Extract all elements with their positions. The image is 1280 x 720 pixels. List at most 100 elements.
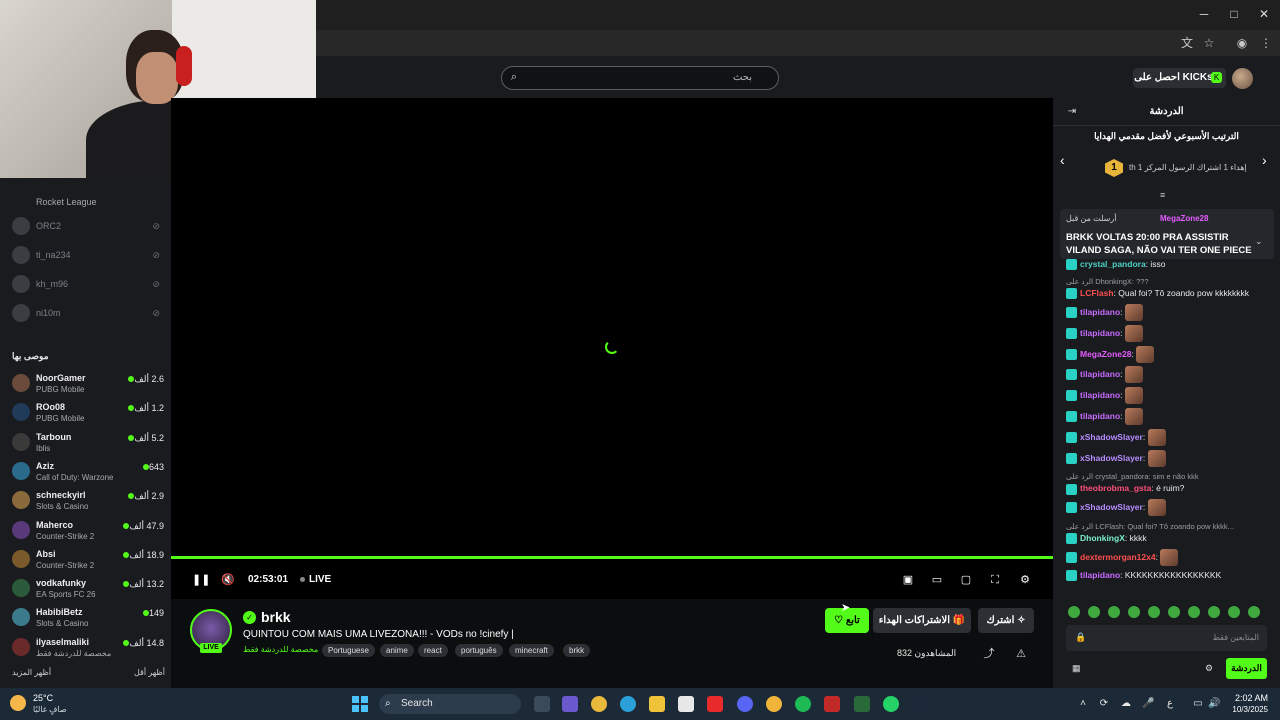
edge-icon[interactable] [620, 696, 636, 712]
chat-username[interactable]: xShadowSlayer [1080, 452, 1143, 462]
chevron-down-icon[interactable]: ⌄ [1255, 236, 1263, 247]
chat-message[interactable]: LCFlash: Qual foi? Tô zoando pow kkkkkkk… [1066, 288, 1249, 300]
task-view-icon[interactable] [534, 696, 550, 712]
mute-icon[interactable]: 🔇 [221, 573, 235, 587]
sidebar-recommended-channel[interactable]: ilyaselmaliki مخصصة للدردشة فقط 14.8 ألف [8, 634, 164, 662]
sidebar-recommended-channel[interactable]: Absi Counter-Strike 2 18.9 ألف [8, 546, 164, 574]
volume-icon[interactable]: 🔊 [1208, 698, 1220, 710]
emote-icon[interactable] [1088, 605, 1100, 618]
emote-icon[interactable] [1128, 605, 1140, 618]
live-indicator[interactable]: LIVE [309, 574, 331, 585]
share-icon[interactable]: ⤴ [983, 648, 995, 660]
taskbar-search[interactable]: Search [379, 694, 521, 714]
voicemeeter-icon[interactable] [824, 696, 840, 712]
file-explorer-icon[interactable] [649, 696, 665, 712]
chat-message[interactable]: tilapidano: [1066, 408, 1143, 425]
chat-message[interactable]: xShadowSlayer: [1066, 499, 1166, 517]
emote-icon[interactable] [1248, 605, 1260, 618]
tag[interactable]: anime [380, 644, 414, 657]
sidebar-recommended-channel[interactable]: Tarboun Iblis 5.2 ألف [8, 429, 164, 457]
chat-username[interactable]: tilapidano [1080, 307, 1120, 317]
weather-icon[interactable] [10, 695, 26, 711]
emote-icon[interactable] [1068, 605, 1080, 618]
show-more-link[interactable]: أظهر المزيد [12, 668, 51, 677]
chat-username[interactable]: tilapidano [1080, 390, 1120, 400]
tag[interactable]: Portuguese [322, 644, 375, 657]
store-app-icon[interactable] [678, 696, 694, 712]
expand-icon[interactable]: ≡ [1160, 190, 1165, 200]
gear-icon[interactable]: ⚙ [1205, 663, 1215, 673]
chat-username[interactable]: MegaZone28 [1080, 348, 1132, 358]
cloud-icon[interactable]: ☁ [1120, 698, 1132, 710]
search-input[interactable]: بحث [501, 66, 779, 90]
chat-send-button[interactable]: الدردشة [1226, 658, 1267, 679]
sidebar-offline-channel[interactable]: ORC2 ⊘ [8, 213, 164, 241]
sidebar-offline-channel[interactable]: ni10m ⊘ [8, 300, 164, 328]
video-player[interactable] [171, 98, 1053, 558]
chat-input[interactable]: المتابعين فقط [1066, 625, 1267, 651]
chat-username[interactable]: LCFlash [1080, 288, 1114, 298]
chat-message[interactable]: tilapidano: KKKKKKKKKKKKKKKKK [1066, 570, 1221, 582]
youtube-icon[interactable] [707, 696, 723, 712]
chat-message[interactable]: dextermorgan12x4: [1066, 549, 1179, 567]
emote-icon[interactable] [1208, 605, 1220, 618]
chat-username[interactable]: xShadowSlayer [1080, 502, 1143, 512]
emote-icon[interactable] [1148, 605, 1160, 618]
show-less-link[interactable]: أظهر أقل [134, 668, 165, 677]
chat-username[interactable]: theobrobma_gsta [1080, 483, 1151, 493]
chat-username[interactable]: dextermorgan12x4 [1080, 552, 1156, 562]
chat-message[interactable]: theobrobma_gsta: é ruim? [1066, 483, 1184, 495]
sidebar-recommended-channel[interactable]: ROo08 PUBG Mobile 1.2 ألف [8, 399, 164, 427]
app-icon[interactable] [854, 696, 870, 712]
emote-icon[interactable] [1188, 605, 1200, 618]
chrome-icon[interactable] [591, 696, 607, 712]
user-avatar[interactable] [1232, 68, 1253, 89]
pip-icon[interactable]: ▣ [901, 573, 915, 587]
chat-message[interactable]: xShadowSlayer: [1066, 449, 1166, 467]
spotify-icon[interactable] [795, 696, 811, 712]
store-icon[interactable]: ▦ [1072, 663, 1082, 673]
mic-icon[interactable]: 🎤 [1142, 698, 1154, 710]
sidebar-recommended-channel[interactable]: HabibiBetz Slots & Casino 149 [8, 604, 164, 632]
emote-icon[interactable] [1228, 605, 1240, 618]
chevron-right-icon[interactable]: › [1262, 152, 1274, 168]
collapse-chat-icon[interactable]: ⇥ [1066, 106, 1078, 118]
chat-username[interactable]: tilapidano [1080, 328, 1120, 338]
network-icon[interactable]: ▭ [1192, 698, 1204, 710]
sidebar-recommended-channel[interactable]: Aziz Call of Duty: Warzone 643 [8, 458, 164, 486]
tag[interactable]: react [418, 644, 448, 657]
sidebar-recommended-channel[interactable]: Maherco Counter-Strike 2 47.9 ألف [8, 517, 164, 545]
chat-message[interactable]: tilapidano: [1066, 304, 1143, 321]
close-icon[interactable]: ✕ [1256, 6, 1272, 22]
chat-message[interactable]: DhonkingX: kkkk [1066, 533, 1147, 545]
steam-icon[interactable] [912, 696, 928, 712]
settings-icon[interactable]: ⚙ [1018, 573, 1032, 587]
sidebar-recommended-channel[interactable]: schneckyirl Slots & Casino 2.9 ألف [8, 487, 164, 515]
chat-message[interactable]: tilapidano: [1066, 324, 1143, 342]
tag[interactable]: brkk [563, 644, 591, 657]
app-icon[interactable] [766, 696, 782, 712]
chat-message[interactable]: tilapidano: [1066, 366, 1143, 384]
menu-icon[interactable]: ⋮ [1258, 35, 1274, 51]
minimize-icon[interactable]: ─ [1196, 6, 1212, 22]
account-icon[interactable]: ◉ [1234, 35, 1250, 51]
chat-username[interactable]: tilapidano [1080, 411, 1120, 421]
pinned-user[interactable]: MegaZone28 [1160, 214, 1208, 223]
keyboard-icon[interactable]: ع [1164, 698, 1176, 710]
chat-username[interactable]: DhonkingX [1080, 533, 1125, 543]
pause-icon[interactable]: ❚❚ [192, 573, 210, 587]
chevron-left-icon[interactable]: ‹ [1060, 152, 1072, 168]
chat-username[interactable]: tilapidano [1080, 570, 1120, 580]
sidebar-offline-channel[interactable]: ti_na234 ⊘ [8, 242, 164, 270]
chat-username[interactable]: xShadowSlayer [1080, 432, 1143, 442]
chat-username[interactable]: tilapidano [1080, 369, 1120, 379]
chat-message[interactable]: crystal_pandora: isso [1066, 259, 1166, 271]
chat-message[interactable]: xShadowSlayer: [1066, 428, 1166, 446]
report-icon[interactable]: ⚠ [1015, 648, 1027, 660]
fullscreen-icon[interactable]: ⛶ [988, 573, 1002, 587]
chevron-up-icon[interactable]: ˄ [1077, 698, 1089, 710]
copilot-icon[interactable] [562, 696, 578, 712]
windows-start-icon[interactable] [352, 696, 368, 712]
emote-icon[interactable] [1108, 605, 1120, 618]
subscribe-button[interactable]: اشترك ✧ [978, 608, 1034, 633]
